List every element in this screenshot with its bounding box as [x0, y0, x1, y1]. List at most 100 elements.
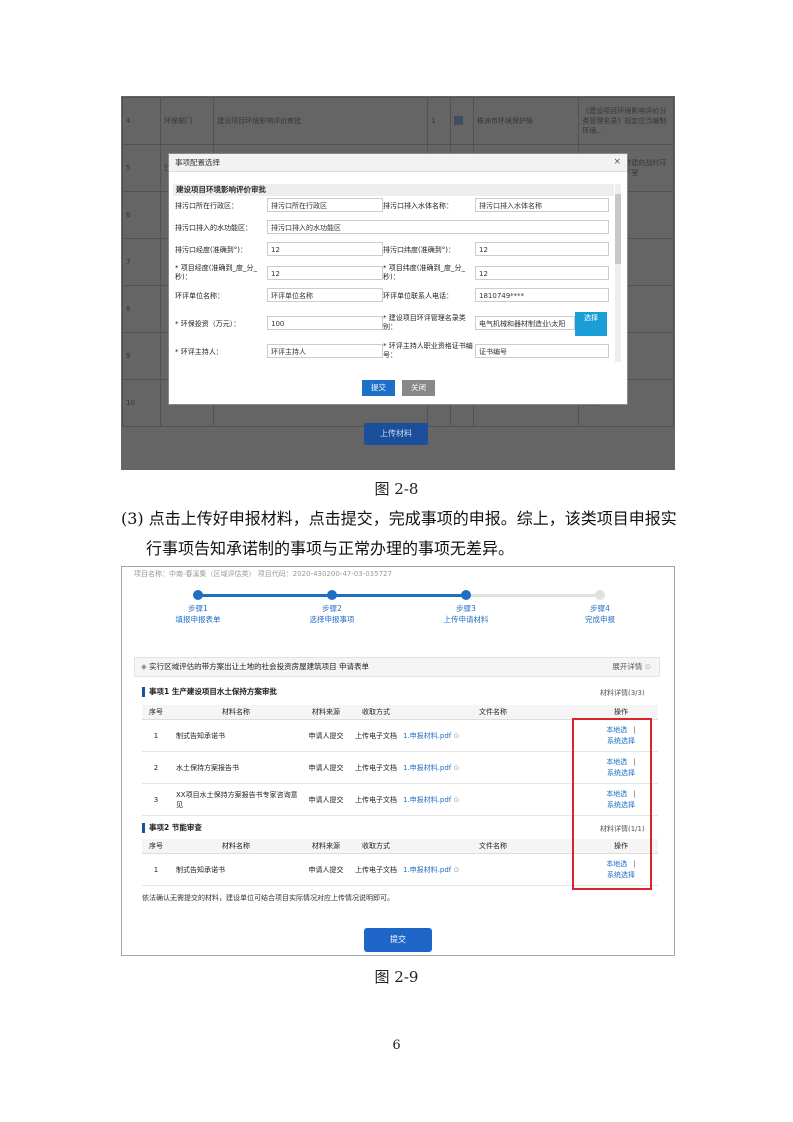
field-label: 排污口所在行政区：	[175, 202, 238, 210]
project-longitude-input[interactable]: 12	[267, 266, 383, 280]
submit-application-button[interactable]: 提交	[364, 928, 432, 952]
cell-method: 上传电子文档	[350, 719, 402, 752]
col-name: 材料名称	[170, 705, 302, 720]
outfall-longitude-input[interactable]: 12	[267, 242, 383, 256]
field-label: * 环评主持人职业资格证书编号：	[383, 342, 473, 359]
col-no: 序号	[142, 839, 170, 854]
form-section-header: ◈ 实行区域评估的带方案出让土地的社会投资房屋建筑项目 申请表单 展开详情 ⊙	[134, 657, 660, 677]
form-section-title: 实行区域评估的带方案出让土地的社会投资房屋建筑项目 申请表单	[149, 662, 370, 671]
cell-file: 1.申报材料.pdf ⊙	[402, 719, 584, 752]
eia-unit-name-input[interactable]: 环评单位名称	[267, 288, 383, 302]
operations-highlight-box	[572, 718, 652, 890]
step-3[interactable]: 步骤3 上传申请材料	[416, 603, 516, 625]
upload-materials-button[interactable]: 上传材料	[364, 423, 428, 445]
cell-source: 申请人提交	[302, 853, 350, 886]
step-1[interactable]: 步骤1 填报申报表单	[148, 603, 248, 625]
field-label: 排污口经度(准确到°)：	[175, 246, 247, 254]
paragraph-line-2: 行事项告知承诺制的事项与正常办理的事项无差异。	[146, 539, 515, 558]
step-4[interactable]: 步骤4 完成申报	[550, 603, 650, 625]
certificate-number-input[interactable]: 证书编号	[475, 344, 609, 358]
page-number: 6	[392, 1038, 401, 1053]
field-label: * 项目经度(准确到_度_分_秒)：	[175, 264, 257, 281]
layers-icon: ◈	[141, 662, 147, 671]
close-icon[interactable]: ×	[613, 157, 621, 167]
cell-file: 1.申报材料.pdf ⊙	[402, 783, 584, 816]
field-label: 排污口纬度(准确到°)：	[383, 246, 455, 254]
project-info: 项目名称：中南-春溪集（区域评估类） 项目代码：2020-430200-47-0…	[134, 570, 392, 578]
env-investment-input[interactable]: 100	[267, 316, 383, 330]
col-source: 材料来源	[302, 839, 350, 854]
dialog-title: 事项配置选择	[169, 154, 627, 172]
item-config-dialog: 事项配置选择 × 建设项目环境影响评价审批 排污口所在行政区： 排污口所在行政区…	[168, 153, 628, 405]
cell-no: 3	[142, 783, 170, 816]
project-latitude-input[interactable]: 12	[475, 266, 609, 280]
col-file: 文件名称	[402, 705, 584, 720]
item-1-detail[interactable]: 材料详情(3/3)	[600, 688, 645, 698]
water-function-zone-input[interactable]: 排污口排入的水功能区	[267, 220, 609, 234]
item-2-title: 事项2 节能审查	[142, 823, 202, 833]
cell-method: 上传电子文档	[350, 783, 402, 816]
file-link[interactable]: 1.申报材料.pdf	[403, 866, 451, 874]
cell-file: 1.申报材料.pdf ⊙	[402, 751, 584, 784]
step-2[interactable]: 步骤2 选择申报事项	[282, 603, 382, 625]
materials-note: 依法确认无需提交的材料，建设单位可结合项目实际情况对应上传情况说明即可。	[142, 894, 394, 902]
eia-category-input[interactable]: 电气机械和器材制造业\太阳	[475, 316, 575, 330]
col-method: 收取方式	[350, 839, 402, 854]
outfall-water-name-input[interactable]: 排污口排入水体名称	[475, 198, 609, 212]
cell-no: 1	[142, 719, 170, 752]
cell-source: 申请人提交	[302, 751, 350, 784]
outfall-latitude-input[interactable]: 12	[475, 242, 609, 256]
dialog-submit-button[interactable]: 提交	[362, 380, 395, 396]
cell-method: 上传电子文档	[350, 751, 402, 784]
step-3-dot	[461, 590, 471, 600]
dialog-close-button[interactable]: 关闭	[402, 380, 435, 396]
paragraph-line-1: (3) 点击上传好申报材料，点击提交，完成事项的申报。综上，该类项目申报实	[121, 509, 677, 528]
step-4-dot	[595, 590, 605, 600]
remove-file-icon[interactable]: ⊙	[451, 764, 459, 772]
file-link[interactable]: 1.申报材料.pdf	[403, 764, 451, 772]
cell-no: 2	[142, 751, 170, 784]
field-label: 环评单位名称：	[175, 292, 224, 300]
step-2-dot	[327, 590, 337, 600]
cell-source: 申请人提交	[302, 783, 350, 816]
select-category-button[interactable]: 选择	[575, 312, 607, 336]
eia-contact-phone-input[interactable]: 1810749****	[475, 288, 609, 302]
file-link[interactable]: 1.申报材料.pdf	[403, 796, 451, 804]
eia-host-input[interactable]: 环评主持人	[267, 344, 383, 358]
dialog-scrollbar[interactable]	[615, 184, 621, 362]
cell-no: 1	[142, 853, 170, 886]
cell-source: 申请人提交	[302, 719, 350, 752]
figure-2-8-screenshot: 4 环保部门 建设项目环境影响评价审批 1 株洲市环境保护局 《建设项目环境影响评价分类管…	[121, 96, 675, 470]
figure-2-8-caption: 图 2-8	[374, 480, 419, 498]
remove-file-icon[interactable]: ⊙	[451, 866, 459, 874]
chevron-icon: ⊙	[644, 662, 651, 671]
col-file: 文件名称	[402, 839, 584, 854]
cell-file: 1.申报材料.pdf ⊙	[402, 853, 584, 886]
field-label: 环评单位联系人电话：	[383, 292, 453, 300]
cell-name: 水土保持方案报告书	[170, 751, 302, 784]
col-method: 收取方式	[350, 705, 402, 720]
outfall-district-input[interactable]: 排污口所在行政区	[267, 198, 383, 212]
figure-2-9-caption: 图 2-9	[374, 968, 419, 986]
col-name: 材料名称	[170, 839, 302, 854]
remove-file-icon[interactable]: ⊙	[451, 796, 459, 804]
cell-name: XX项目水土保持方案报告书专家咨询意见	[170, 783, 302, 816]
col-source: 材料来源	[302, 705, 350, 720]
col-no: 序号	[142, 705, 170, 720]
step-remaining-line	[466, 594, 600, 597]
file-link[interactable]: 1.申报材料.pdf	[403, 732, 451, 740]
remove-file-icon[interactable]: ⊙	[451, 732, 459, 740]
field-label: * 建设项目环评管理名录类别：	[383, 314, 466, 331]
field-label: 排污口排入水体名称：	[383, 202, 453, 210]
expand-details-link[interactable]: 展开详情 ⊙	[612, 658, 651, 676]
dialog-section-title: 建设项目环境影响评价审批	[173, 184, 614, 196]
field-label: * 环保投资（万元）：	[175, 320, 241, 328]
item-1-title: 事项1 生产建设项目水土保持方案审批	[142, 687, 277, 697]
step-1-dot	[193, 590, 203, 600]
figure-2-9-screenshot: 项目名称：中南-春溪集（区域评估类） 项目代码：2020-430200-47-0…	[121, 566, 675, 956]
cell-name: 制式告知承诺书	[170, 719, 302, 752]
field-label: 排污口排入的水功能区：	[175, 224, 252, 232]
cell-name: 制式告知承诺书	[170, 853, 302, 886]
field-label: * 环评主持人：	[175, 348, 223, 356]
cell-method: 上传电子文档	[350, 853, 402, 886]
